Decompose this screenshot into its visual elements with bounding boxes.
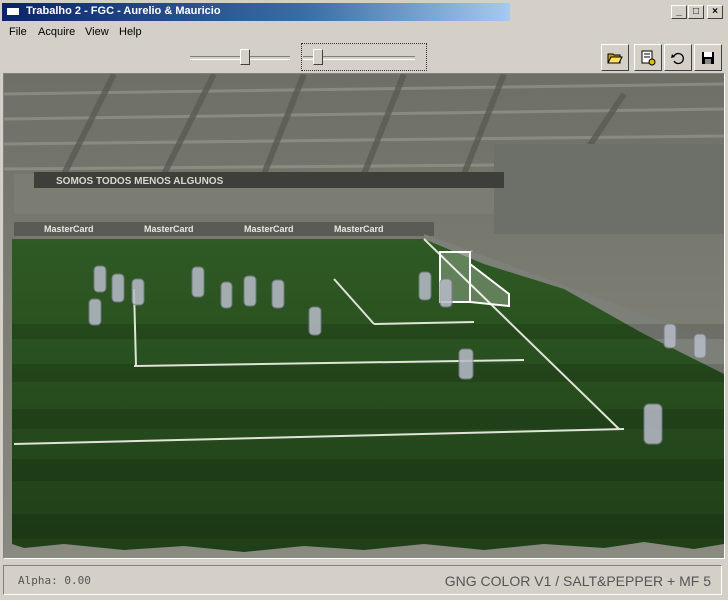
stands-right-wall (494, 144, 724, 234)
open-folder-icon (607, 53, 623, 63)
slider-2[interactable] (303, 49, 415, 65)
minimize-icon: _ (676, 6, 682, 17)
app-window-icon[interactable] (6, 5, 20, 16)
undo-button[interactable] (664, 44, 692, 71)
undo-icon (671, 52, 684, 64)
open-button[interactable] (601, 44, 629, 71)
video-frame: SOMOS TODOS MENOS ALGUNOS MasterCard Mas… (4, 74, 724, 558)
close-button[interactable]: × (707, 5, 723, 19)
menu-acquire[interactable]: Acquire (38, 26, 75, 38)
menu-help[interactable]: Help (119, 26, 142, 38)
title-bar[interactable]: Trabalho 2 - FGC - Aurelio & Mauricio _ … (0, 0, 728, 24)
maximize-button[interactable]: □ (688, 5, 704, 19)
capture-button[interactable] (634, 44, 662, 71)
menu-view[interactable]: View (85, 26, 109, 38)
slider-1[interactable] (190, 49, 290, 65)
billboard-text-4: MasterCard (334, 224, 384, 234)
billboard-slogan: SOMOS TODOS MENOS ALGUNOS (56, 176, 224, 187)
minimize-button[interactable]: _ (671, 5, 687, 19)
video-viewport[interactable]: SOMOS TODOS MENOS ALGUNOS MasterCard Mas… (3, 73, 725, 559)
method-label: GNG COLOR V1 / SALT&PEPPER + MF 5 (444, 573, 711, 589)
maximize-icon: □ (692, 6, 700, 17)
alpha-readout: Alpha: 0.00 (18, 574, 91, 587)
slider-1-thumb[interactable] (240, 49, 250, 65)
slider-2-thumb[interactable] (313, 49, 323, 65)
window-title: Trabalho 2 - FGC - Aurelio & Mauricio (26, 5, 221, 17)
toolbar (0, 41, 728, 72)
menu-bar: File Acquire View Help (0, 24, 728, 41)
billboard-text-1: MasterCard (44, 224, 94, 234)
capture-icon (641, 50, 656, 65)
save-disk-icon (702, 51, 714, 64)
status-panel: Alpha: 0.00 GNG COLOR V1 / SALT&PEPPER +… (3, 565, 722, 595)
status-bar: Alpha: 0.00 GNG COLOR V1 / SALT&PEPPER +… (0, 562, 728, 600)
billboard-text-3: MasterCard (244, 224, 294, 234)
save-button[interactable] (694, 44, 722, 71)
close-icon: × (712, 6, 718, 17)
billboard-text-2: MasterCard (144, 224, 194, 234)
menu-file[interactable]: File (9, 26, 27, 38)
